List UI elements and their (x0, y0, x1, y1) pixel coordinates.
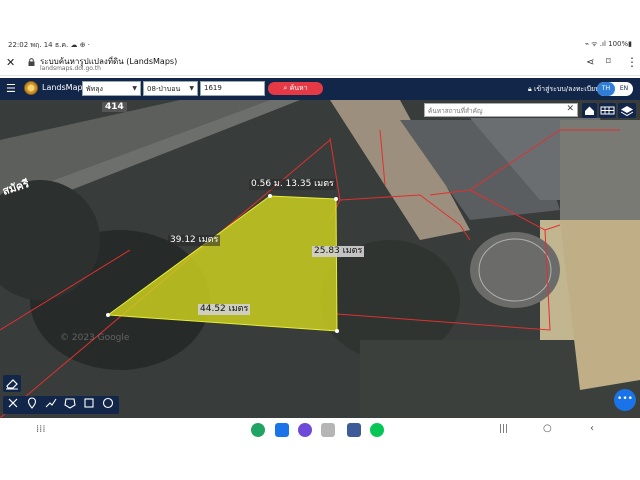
province-value: พัทลุง (86, 85, 103, 93)
brand-name: LandsMaps (42, 83, 87, 92)
polygon-icon[interactable] (63, 396, 77, 410)
lock-icon: 🔒︎ (528, 85, 532, 93)
satellite-map[interactable]: © 2023 Google 414 สมัครี 0.56 ม. 13.35 เ… (0, 100, 640, 418)
recent-apps-icon[interactable]: ||| (499, 424, 508, 434)
status-battery-signal: ⌁ ᯤ .ıl 100%▮ (584, 40, 632, 48)
home-icon (585, 106, 594, 115)
app-drawer-icon[interactable]: ⁞⁞⁞ (36, 424, 46, 435)
more-options-fab[interactable]: ••• (614, 389, 636, 411)
lang-en-option[interactable]: EN (615, 82, 633, 96)
home-button-icon[interactable]: ○ (543, 423, 552, 434)
chevron-down-icon: ▼ (132, 85, 137, 92)
social-app-icon[interactable] (347, 423, 361, 437)
clear-search-icon[interactable]: ✕ (566, 104, 574, 114)
road-number-label: 414 (102, 102, 127, 112)
place-search-placeholder: ค้นหาสถานที่สำคัญ (428, 107, 483, 115)
search-button[interactable]: ⌕ ค้นหา (268, 82, 323, 95)
status-time-date: 22:02 พฤ. 14 ธ.ค. ☁ ⊕ · (8, 41, 91, 49)
browser-url-bar: ✕ ระบบค้นหารูปแปลงที่ดิน (LandsMaps) lan… (0, 52, 640, 76)
grid-icon (600, 106, 615, 115)
messages-app-icon[interactable] (275, 423, 289, 437)
eraser-icon (6, 379, 18, 390)
phone-screen: { "status_bar": { "time_date": "22:02 พฤ… (0, 0, 640, 480)
rectangle-icon[interactable] (82, 396, 96, 410)
search-button-label: ค้นหา (289, 84, 308, 92)
place-search-input[interactable]: ค้นหาสถานที่สำคัญ ✕ (424, 103, 578, 117)
home-map-button[interactable] (582, 103, 597, 118)
pin-icon[interactable] (25, 396, 39, 410)
measure-left-label: 39.12 เมตร (168, 235, 221, 246)
page-domain[interactable]: landsmaps.dol.go.th (40, 65, 101, 72)
back-button-icon[interactable]: ‹ (590, 423, 594, 434)
camera-app-icon[interactable] (321, 423, 335, 437)
deed-number-value: 1619 (204, 84, 222, 92)
search-icon: ⌕ (283, 84, 288, 92)
hamburger-menu-icon[interactable]: ☰ (6, 83, 16, 95)
line-icon[interactable] (44, 396, 58, 410)
grid-map-button[interactable] (599, 103, 616, 118)
app-header: ☰ LandsMaps พัทลุง ▼ 08-ป่าบอน ▼ 1619 ⌕ … (0, 78, 640, 100)
share-icon[interactable]: ⋖ (586, 57, 594, 68)
login-register-link[interactable]: 🔒︎ เข้าสู่ระบบ/ลงทะเบียน (528, 84, 600, 95)
line-app-icon[interactable] (370, 423, 384, 437)
amphoe-value: 08-ป่าบอน (147, 85, 181, 93)
system-status-bar: 22:02 พฤ. 14 ธ.ค. ☁ ⊕ · ⌁ ᯤ .ıl 100%▮ (0, 36, 640, 52)
measure-icon[interactable] (6, 396, 20, 410)
close-tab-icon[interactable]: ✕ (6, 57, 15, 69)
more-menu-icon[interactable]: ⋮ (626, 55, 638, 69)
browser-app-icon[interactable] (298, 423, 312, 437)
chevron-down-icon: ▼ (189, 85, 194, 92)
province-select[interactable]: พัทลุง ▼ (82, 81, 141, 96)
lock-icon (28, 58, 35, 66)
bookmark-icon[interactable]: ⌑ (606, 57, 611, 67)
layers-icon (620, 106, 634, 117)
dol-logo (24, 81, 38, 95)
phone-app-icon[interactable] (251, 423, 265, 437)
circle-icon[interactable] (101, 396, 115, 410)
svg-text:© 2023 Google: © 2023 Google (60, 333, 130, 343)
lang-th-option[interactable]: TH (597, 82, 615, 96)
login-label: เข้าสู่ระบบ/ลงทะเบียน (533, 85, 600, 93)
eraser-tool-button[interactable] (3, 375, 21, 392)
measure-bottom-label: 44.52 เมตร (198, 304, 251, 315)
deed-number-input[interactable]: 1619 (200, 81, 265, 96)
amphoe-select[interactable]: 08-ป่าบอน ▼ (143, 81, 198, 96)
map-imagery: © 2023 Google (0, 100, 640, 418)
drawing-toolbar (3, 396, 119, 414)
dots-icon: ••• (617, 394, 633, 404)
measure-top-label: 0.56 ม. 13.35 เมตร (249, 179, 336, 190)
android-navigation-bar: ⁞⁞⁞ ||| ○ ‹ (0, 418, 640, 442)
language-toggle[interactable]: TH EN (597, 82, 633, 96)
measure-right-label: 25.83 เมตร (312, 246, 365, 257)
layers-button[interactable] (618, 103, 636, 118)
